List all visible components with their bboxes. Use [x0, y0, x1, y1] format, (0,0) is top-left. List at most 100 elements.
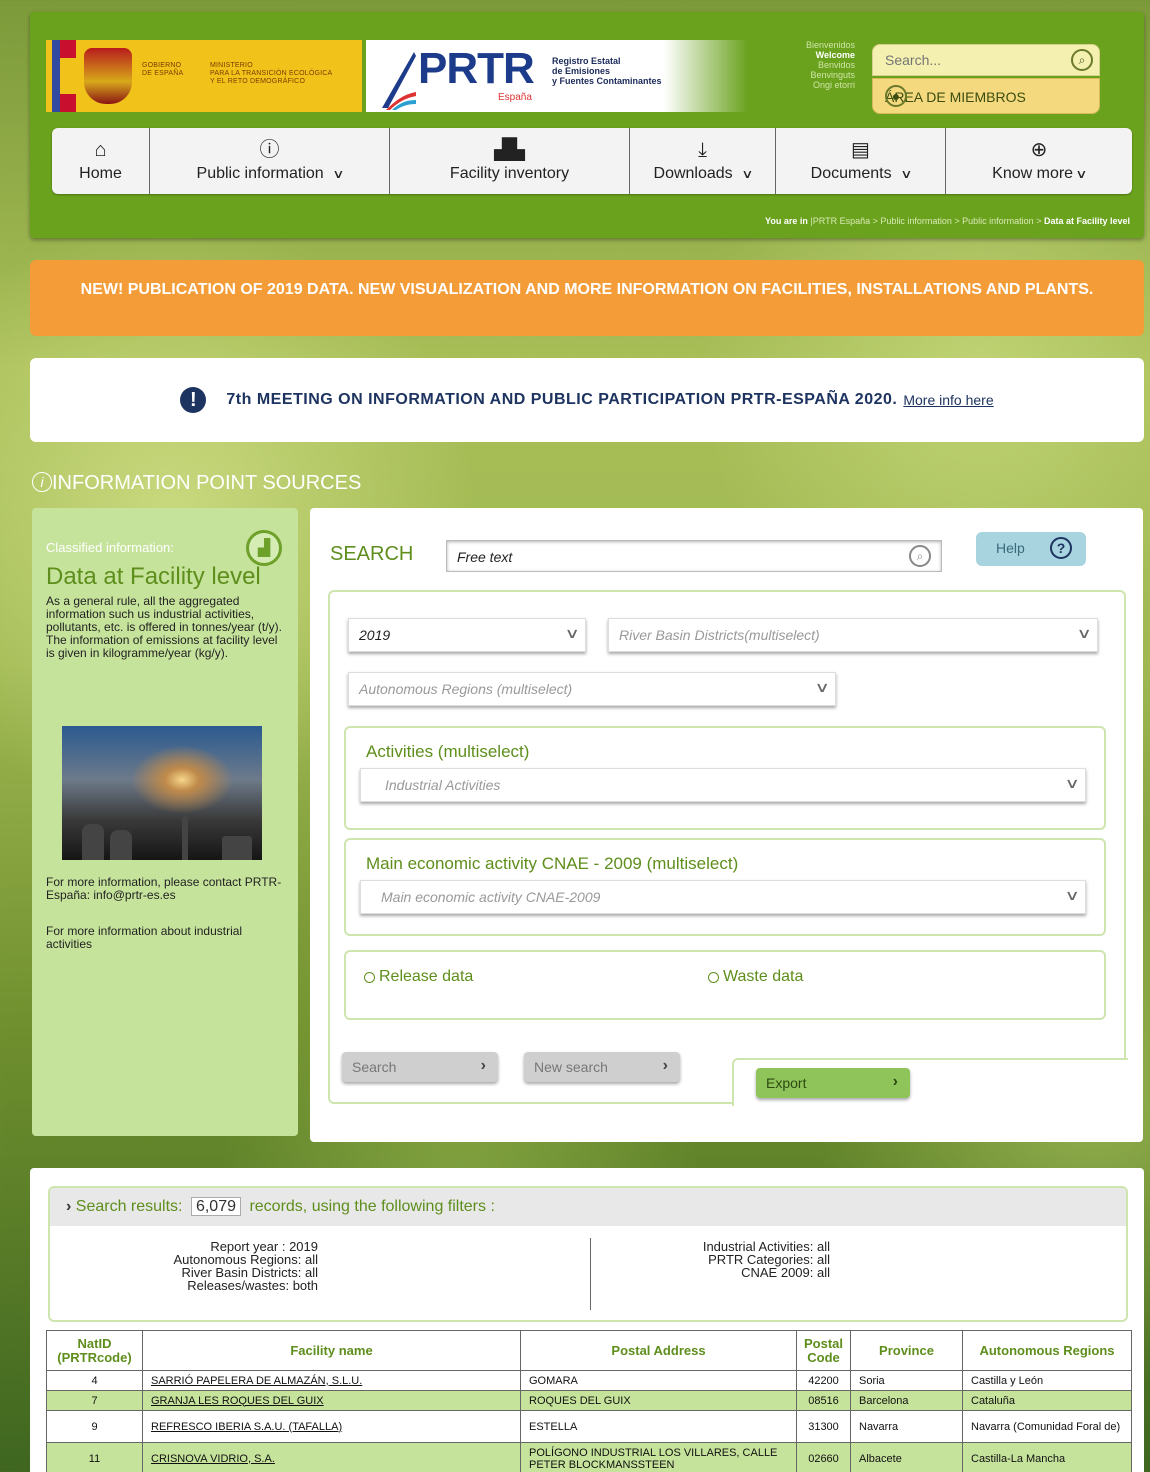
release-data-label: Release data — [379, 968, 474, 985]
registry-title: Registro Estatal de Emisiones y Fuentes … — [552, 56, 662, 86]
eu-stars-icon — [52, 40, 60, 112]
search-icon[interactable]: ⌕ — [909, 545, 931, 567]
cell-province: Barcelona — [850, 1390, 963, 1411]
meeting-notice-text: 7th MEETING ON INFORMATION AND PUBLIC PA… — [226, 391, 898, 408]
nav-know-more-label: Know more — [992, 165, 1074, 182]
welcome-es[interactable]: Bienvenidos — [760, 40, 855, 50]
site-search: ⌕ — [872, 44, 1100, 76]
cnae-select[interactable]: Main economic activity CNAE-2009 ∨ — [360, 880, 1086, 914]
activities-placeholder: Industrial Activities — [385, 777, 501, 793]
col-postal-code[interactable]: Postal Code — [796, 1330, 851, 1371]
search-icon[interactable]: ⌕ — [1071, 49, 1093, 71]
cell-facility-name: SARRIÓ PAPELERA DE ALMAZÁN, S.L.U. — [142, 1370, 521, 1391]
nav-home-label: Home — [79, 165, 122, 182]
cell-address: POLÍGONO INDUSTRIAL LOS VILLARES, CALLE … — [520, 1442, 797, 1472]
section-title: i INFORMATION POINT SOURCES — [32, 472, 361, 495]
chart-icon: ▟ — [246, 530, 282, 566]
col-autonomous-regions[interactable]: Autonomous Regions — [962, 1330, 1132, 1371]
col-natid[interactable]: NatID (PRTRcode) — [46, 1330, 143, 1371]
chevron-down-icon: ∨ — [564, 625, 580, 641]
chevron-down-icon: ∨ — [1064, 887, 1080, 903]
results-count: 6,079 — [190, 1197, 241, 1216]
filters-right: Industrial Activities: all PRTR Categori… — [640, 1240, 830, 1279]
new-search-button[interactable]: New search › — [524, 1052, 680, 1082]
power-plant-photo — [62, 726, 262, 860]
col-province[interactable]: Province — [850, 1330, 963, 1371]
nav-home[interactable]: ⌂ Home — [52, 128, 150, 194]
cooling-tower — [110, 830, 132, 860]
chevron-right-icon: › — [662, 1057, 668, 1074]
plant-building — [222, 836, 252, 860]
release-data-radio[interactable]: Release data — [364, 968, 473, 986]
cell-address: GOMARA — [520, 1370, 797, 1391]
nav-facility-inventory[interactable]: ▟▙ Facility inventory — [390, 128, 630, 194]
activities-select[interactable]: Industrial Activities ∨ — [360, 768, 1086, 802]
results-table: NatID (PRTRcode) Facility name Postal Ad… — [46, 1330, 1132, 1472]
col-facility-name[interactable]: Facility name — [142, 1330, 521, 1371]
radio-circle — [364, 971, 375, 983]
chevron-right-icon: › — [892, 1073, 898, 1090]
breadcrumb-path[interactable]: |PRTR España > Public information > Publ… — [810, 216, 1044, 226]
new-search-button-label: New search — [534, 1059, 608, 1075]
breadcrumb-current: Data at Facility level — [1043, 216, 1130, 226]
facility-link[interactable]: GRANJA LES ROQUES DEL GUIX — [151, 1395, 324, 1407]
welcome-gl[interactable]: Benvidos — [760, 60, 855, 70]
cell-facility-name: REFRESCO IBERIA S.A.U. (TAFALLA) — [142, 1410, 521, 1443]
regions-placeholder: Autonomous Regions (multiselect) — [359, 681, 573, 697]
nav-know-more[interactable]: ⊕ Know more ∨ — [946, 128, 1132, 194]
chevron-down-icon: ∨ — [331, 167, 345, 181]
table-row: 4 SARRIÓ PAPELERA DE ALMAZÁN, S.L.U. GOM… — [46, 1370, 1132, 1391]
members-area-button[interactable]: ÁREA DE MIEMBROS ● — [872, 78, 1100, 114]
river-basin-select[interactable]: River Basin Districts(multiselect) ∨ — [608, 618, 1098, 652]
facility-link[interactable]: CRISNOVA VIDRIO, S.A. — [151, 1453, 275, 1465]
results-suffix: records, using the following filters : — [249, 1198, 495, 1215]
export-button[interactable]: Export › — [756, 1068, 910, 1098]
search-button[interactable]: Search › — [342, 1052, 498, 1082]
radio-circle — [708, 971, 719, 983]
cell-region: Castilla-La Mancha — [962, 1442, 1132, 1472]
cell-region: Castilla y León — [962, 1370, 1132, 1391]
nav-documents-label: Documents — [810, 165, 892, 182]
free-text-input[interactable]: Free text ⌕ — [446, 540, 942, 572]
nav-public-information[interactable]: ⓘ Public information ∨ — [150, 128, 390, 194]
chevron-down-icon: ∨ — [1076, 625, 1092, 641]
nav-downloads-label: Downloads — [653, 165, 733, 182]
year-select[interactable]: 2019 ∨ — [348, 618, 586, 652]
industrial-activities-info[interactable]: For more information about industrial ac… — [46, 925, 286, 951]
cooling-tower — [82, 824, 104, 860]
cell-postal-code: 08516 — [796, 1390, 851, 1411]
filters-divider — [590, 1238, 591, 1310]
contact-info: For more information, please contact PRT… — [46, 875, 282, 902]
prtr-logo-sub: España — [498, 92, 532, 103]
welcome-ca[interactable]: Benvinguts — [760, 70, 855, 80]
nav-documents[interactable]: ▤ Documents ∨ — [776, 128, 946, 194]
cell-postal-code: 42200 — [796, 1370, 851, 1391]
cell-natid: 9 — [46, 1410, 143, 1443]
help-button[interactable]: Help ? — [976, 532, 1086, 566]
waste-data-radio[interactable]: Waste data — [708, 968, 803, 986]
search-label: SEARCH — [330, 543, 414, 565]
col-postal-address[interactable]: Postal Address — [520, 1330, 797, 1371]
chevron-down-icon: ∨ — [1075, 167, 1088, 181]
waste-data-label: Waste data — [723, 968, 804, 985]
site-search-input[interactable] — [873, 45, 1053, 75]
cell-region: Cataluña — [962, 1390, 1132, 1411]
chevron-right-icon: › — [480, 1057, 486, 1074]
filter-cnae: CNAE 2009: all — [741, 1265, 830, 1280]
results-bar[interactable]: › Search results: 6,079 records, using t… — [50, 1188, 1126, 1226]
chevron-down-icon: ∨ — [1064, 775, 1080, 791]
activities-title: Activities (multiselect) — [366, 742, 530, 761]
welcome-en[interactable]: Welcome — [760, 50, 855, 60]
autonomous-regions-select[interactable]: Autonomous Regions (multiselect) ∨ — [348, 672, 836, 706]
welcome-languages: Bienvenidos Welcome Benvidos Benvinguts … — [760, 40, 855, 90]
zoom-in-icon: ⊕ — [1030, 139, 1048, 161]
nav-downloads[interactable]: ⤓ Downloads ∨ — [630, 128, 776, 194]
facility-link[interactable]: REFRESCO IBERIA S.A.U. (TAFALLA) — [151, 1421, 342, 1433]
chevron-down-icon: ∨ — [740, 167, 754, 181]
ministry-label: MINISTERIO PARA LA TRANSICIÓN ECOLÓGICA … — [210, 62, 333, 85]
welcome-eu[interactable]: Ongi etorri — [760, 80, 855, 90]
news-banner[interactable]: NEW! PUBLICATION OF 2019 DATA. NEW VISUA… — [30, 260, 1144, 336]
more-info-link[interactable]: More info here — [903, 392, 993, 408]
facility-link[interactable]: SARRIÓ PAPELERA DE ALMAZÁN, S.L.U. — [151, 1375, 362, 1387]
year-value: 2019 — [359, 627, 391, 643]
